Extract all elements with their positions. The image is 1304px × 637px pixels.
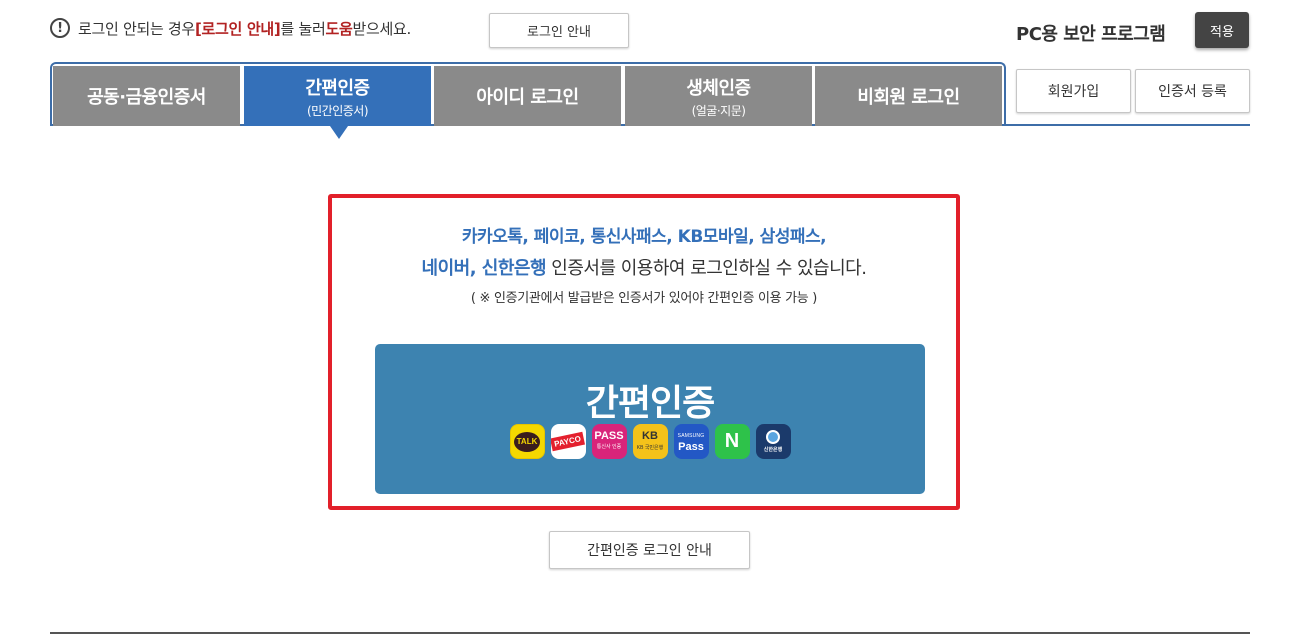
apply-security-button[interactable]: 적용 [1195, 12, 1249, 48]
providers-line-2-rest: 인증서를 이용하여 로그인하실 수 있습니다. [546, 258, 867, 279]
tab-label: 생체인증 [686, 77, 751, 99]
exclamation-circle-icon: ! [50, 18, 70, 38]
notice-middle: 를 눌러 [280, 19, 326, 38]
notice-highlight-help: 도움 [325, 19, 353, 38]
simple-auth-note: ( ※ 인증기관에서 발급받은 인증서가 있어야 간편인증 이용 가능 ) [470, 291, 818, 306]
providers-line-2-highlight: 네이버, 신한은행 [421, 258, 547, 279]
simple-auth-button[interactable]: 간편인증 TALK PAYCO PASS 통신사 인증 KB KB 국민은행 SAM… [375, 344, 925, 494]
login-guide-button[interactable]: 로그인 안내 [489, 13, 629, 48]
notice-highlight-guide: [로그인 안내] [194, 19, 281, 38]
notice-suffix: 받으세요. [352, 19, 411, 38]
login-help-notice: ! 로그인 안되는 경우 [로그인 안내] 를 눌러 도움 받으세요. [50, 16, 411, 40]
kb-mobile-icon: KB KB 국민은행 [632, 424, 668, 459]
shinhan-bank-icon: 신한은행 [755, 424, 791, 459]
simple-auth-guide-button[interactable]: 간편인증 로그인 안내 [549, 531, 750, 569]
providers-line-1: 카카오톡, 페이코, 통신사패스, KB모바일, 삼성패스, [461, 227, 827, 247]
tab-sublabel: (얼굴·지문) [691, 103, 746, 118]
cert-register-button[interactable]: 인증서 등록 [1135, 69, 1250, 113]
simple-auth-button-label: 간편인증 [585, 383, 715, 424]
tab-sublabel: (민간인증서) [306, 103, 369, 118]
tab-id-login[interactable]: 아이디 로그인 [434, 66, 621, 126]
active-tab-pointer [330, 126, 348, 139]
kakaotalk-icon: TALK [509, 424, 545, 459]
simple-auth-panel: 카카오톡, 페이코, 통신사패스, KB모바일, 삼성패스, 네이버, 신한은행… [328, 194, 960, 510]
providers-line-2: 네이버, 신한은행 인증서를 이용하여 로그인하실 수 있습니다. [332, 254, 956, 280]
tab-label: 공동·금융인증서 [87, 87, 206, 108]
payco-icon: PAYCO [550, 424, 586, 459]
tab-biometric-auth[interactable]: 생체인증 (얼굴·지문) [625, 66, 812, 126]
tab-label: 아이디 로그인 [476, 87, 579, 108]
tab-label: 간편인증 [305, 77, 370, 99]
signup-button[interactable]: 회원가입 [1016, 69, 1131, 113]
samsung-pass-icon: SAMSUNG Pass [673, 424, 709, 459]
tab-joint-financial-cert[interactable]: 공동·금융인증서 [53, 66, 240, 126]
bottom-divider [50, 632, 1250, 634]
pass-icon: PASS 통신사 인증 [591, 424, 627, 459]
tab-simple-auth[interactable]: 간편인증 (민간인증서) [244, 66, 431, 126]
tab-non-member-login[interactable]: 비회원 로그인 [815, 66, 1002, 126]
notice-prefix: 로그인 안되는 경우 [78, 19, 195, 38]
naver-icon: N [714, 424, 750, 459]
tab-label: 비회원 로그인 [857, 87, 960, 108]
provider-icons: TALK PAYCO PASS 통신사 인증 KB KB 국민은행 SAMSUNG P… [375, 424, 925, 459]
pc-security-program-label: PC용 보안 프로그램 [1016, 24, 1166, 45]
